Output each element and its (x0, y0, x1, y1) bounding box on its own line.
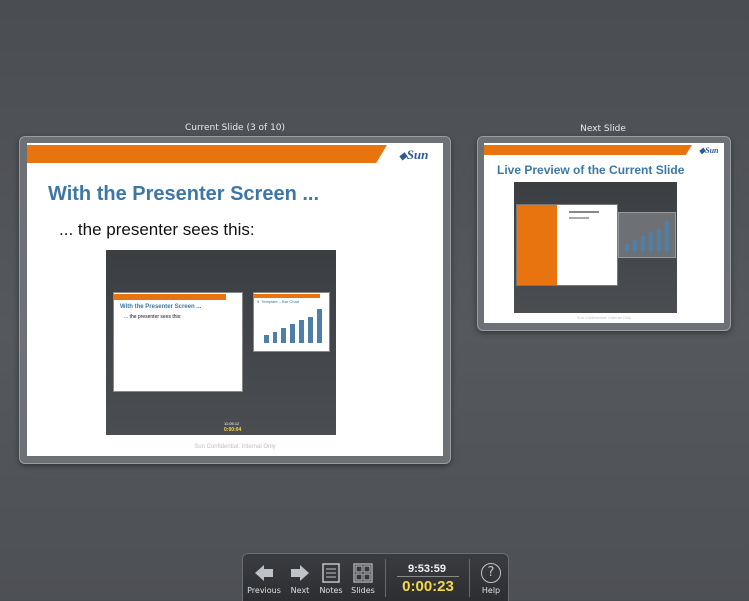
next-slide-footer: Sun Confidential: Internal Only (576, 315, 632, 320)
embedded-chart-bar (272, 331, 278, 343)
next-preview-chart-bar (632, 239, 637, 251)
toolbar-separator-2 (469, 559, 470, 597)
embedded-chart-bar (290, 324, 296, 343)
embedded-timer: 0:00:04 (224, 427, 242, 433)
embedded-next-slide: 9. Template – Bar Chart (253, 292, 330, 352)
sun-logo: ◆Sun (399, 147, 429, 162)
help-button[interactable]: ? Help (477, 563, 505, 601)
next-slide-header-bar (484, 145, 692, 155)
slides-label: Slides (351, 586, 375, 595)
current-slide: ◆Sun With the Presenter Screen ... ... t… (27, 143, 443, 456)
arrow-left-icon (255, 565, 273, 581)
notes-icon (322, 563, 340, 583)
current-slide-label: Current Slide (3 of 10) (184, 123, 286, 133)
notes-label: Notes (319, 586, 343, 595)
embedded-current-slide: With the Presenter Screen ... ... the pr… (113, 292, 243, 392)
slides-button[interactable]: Slides (348, 563, 378, 601)
next-preview-chart-bar (648, 232, 653, 251)
arrow-right-icon (291, 565, 309, 581)
presenter-screen-screenshot: With the Presenter Screen ... ... the pr… (106, 250, 336, 435)
current-slide-frame[interactable]: ◆Sun With the Presenter Screen ... ... t… (19, 136, 451, 464)
slide-title: With the Presenter Screen ... (48, 183, 320, 205)
embedded-chart-bar (316, 309, 322, 343)
next-preview-chart-bar (624, 243, 629, 251)
clock-display: 9:53:59 (408, 563, 446, 575)
elapsed-timer[interactable]: 0:00:23 (390, 578, 466, 595)
next-slide-frame[interactable]: ◆Sun Live Preview of the Current Slide S… (477, 136, 731, 331)
slide-header-bar (27, 145, 387, 163)
embedded-chart-bar (299, 320, 305, 343)
next-button[interactable]: Next (285, 563, 315, 601)
next-preview-bar-chart (623, 221, 671, 251)
embedded-chart-bar (308, 316, 313, 343)
help-label: Help (481, 586, 501, 595)
clock-divider (397, 576, 459, 577)
embedded-current-subtitle: ... the presenter sees this: (124, 314, 182, 320)
next-label: Next (290, 586, 310, 595)
embedded-next-title: 9. Template – Bar Chart (257, 299, 300, 304)
embedded-clock: 11:05:12 (224, 421, 240, 426)
embedded-bar-chart (262, 309, 324, 343)
embedded-chart-bar (281, 327, 287, 343)
next-slide: ◆Sun Live Preview of the Current Slide S… (484, 143, 724, 323)
next-slide-title: Live Preview of the Current Slide (497, 163, 685, 177)
next-preview-chart-bar (664, 221, 669, 251)
next-sun-logo: ◆Sun (699, 146, 719, 155)
toolbar-separator (385, 559, 386, 597)
previous-label: Previous (247, 586, 281, 595)
next-preview-chart-bar (656, 228, 661, 251)
previous-button[interactable]: Previous (246, 563, 282, 601)
slide-footer: Sun Confidential: Internal Only (194, 444, 276, 450)
notes-button[interactable]: Notes (317, 563, 345, 601)
slides-grid-icon (353, 563, 373, 583)
embedded-current-title: With the Presenter Screen ... (120, 304, 202, 310)
next-preview-chart-bar (640, 236, 645, 251)
help-icon: ? (481, 563, 501, 583)
next-slide-screenshot (514, 182, 677, 313)
embedded-chart-bar (263, 335, 269, 343)
slide-subtitle: ... the presenter sees this: (59, 220, 255, 239)
next-slide-label: Next Slide (580, 124, 626, 134)
